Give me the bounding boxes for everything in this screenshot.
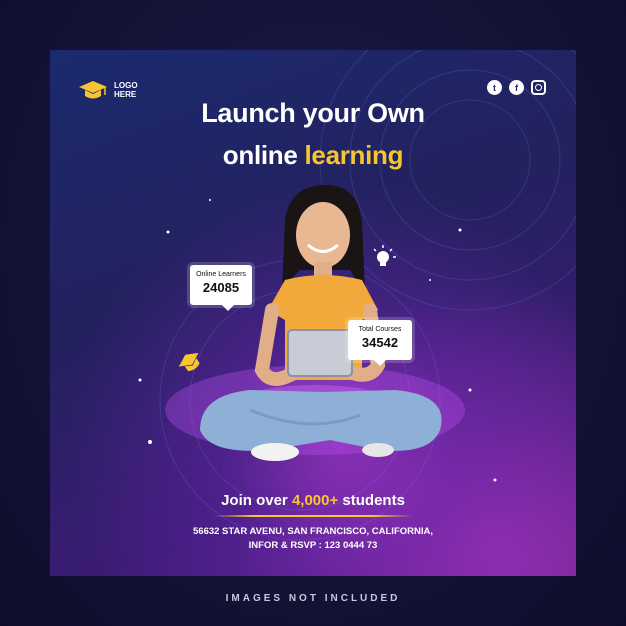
total-courses-value: 34542 xyxy=(361,335,399,350)
total-courses-label: Total Courses xyxy=(358,326,402,333)
address-line: 56632 STAR AVENU, SAN FRANCISCO, CALIFOR… xyxy=(193,526,433,537)
lightbulb-icon xyxy=(373,245,396,266)
online-learners-badge: Online Learners 24085 xyxy=(190,265,252,311)
cta-suffix: students xyxy=(338,492,405,509)
subheadline-white: online xyxy=(222,140,298,170)
cta-prefix: Join over xyxy=(221,492,292,509)
twitter-glyph: t xyxy=(493,82,496,93)
graduation-cap-deco-icon xyxy=(178,352,200,372)
instagram-icon[interactable] xyxy=(531,80,546,95)
logo-text-line1: LOGO xyxy=(114,81,138,90)
instagram-lens xyxy=(535,84,542,91)
cta-highlight: 4,000+ xyxy=(291,492,339,509)
subheadline-yellow: learning xyxy=(304,140,404,170)
rsvp-line: INFOR & RSVP : 123 0444 73 xyxy=(248,540,378,551)
cta-text: Join over 4,000+ students xyxy=(50,492,576,509)
online-learners-value: 24085 xyxy=(202,280,240,295)
facebook-icon[interactable]: f xyxy=(509,80,524,95)
online-learners-label: Online Learners xyxy=(196,271,246,278)
headline: Launch your Own xyxy=(201,98,425,128)
promo-card: LOGO HERE t f Launch your Own online lea… xyxy=(50,50,576,576)
social-links: t f xyxy=(487,80,546,95)
facebook-glyph: f xyxy=(515,82,518,93)
total-courses-badge: Total Courses 34542 xyxy=(348,320,412,366)
images-not-included-note: IMAGES NOT INCLUDED xyxy=(225,593,401,604)
twitter-icon[interactable]: t xyxy=(487,80,502,95)
cta-underline xyxy=(213,515,413,517)
logo-text: LOGO HERE xyxy=(114,81,148,99)
subheadline: online learning xyxy=(50,140,576,171)
